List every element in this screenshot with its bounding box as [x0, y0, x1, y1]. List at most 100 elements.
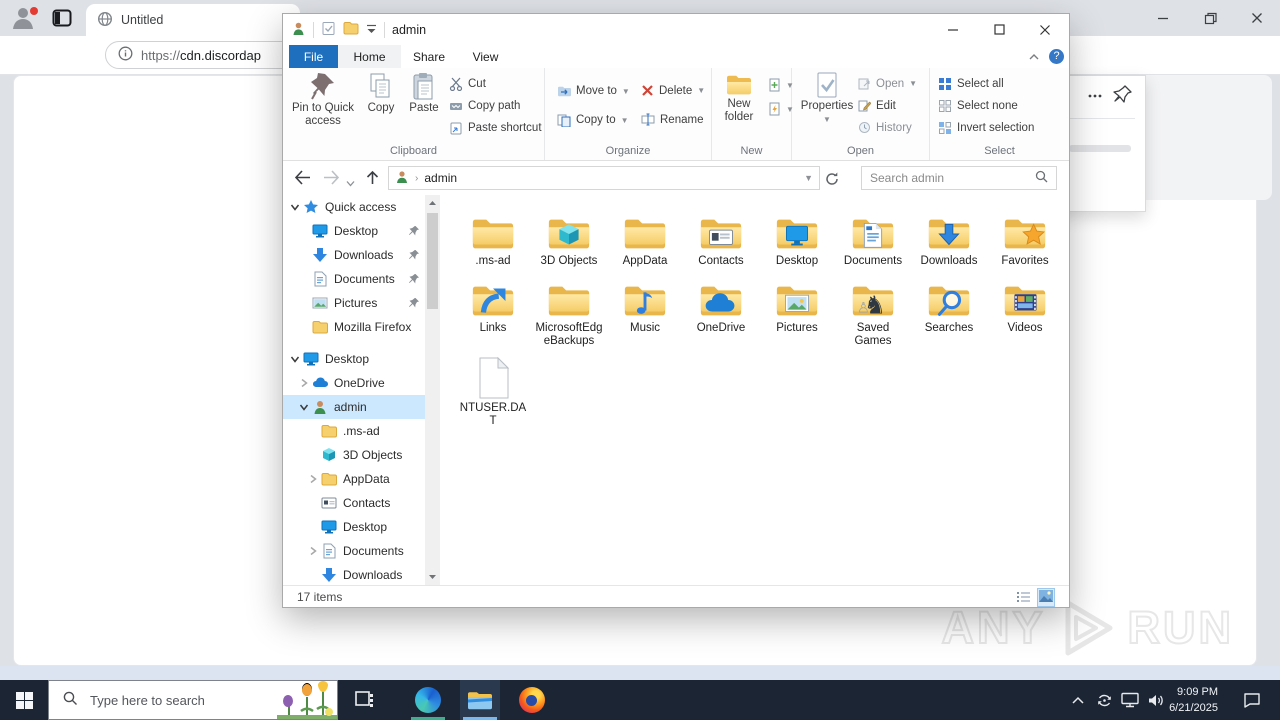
file-tile-ntuser-dat[interactable]: NTUSER.DAT: [455, 352, 531, 428]
taskbar-search[interactable]: Type here to search: [48, 680, 338, 720]
sidebar-item-downloads[interactable]: Downloads: [283, 243, 425, 267]
search-box[interactable]: Search admin: [861, 166, 1057, 190]
copy-path-button[interactable]: Copy path: [449, 99, 520, 113]
file-tile-documents[interactable]: Documents: [835, 205, 911, 268]
explorer-close-button[interactable]: [1022, 14, 1068, 45]
new-folder-button[interactable]: New folder: [714, 72, 764, 124]
qat-dropdown-icon[interactable]: [366, 23, 377, 37]
tray-chevron-icon[interactable]: [1066, 680, 1090, 720]
copy-button[interactable]: Copy: [361, 72, 401, 115]
scrollbar-up-icon[interactable]: [425, 195, 440, 211]
copy-to-button[interactable]: Copy to ▼: [557, 113, 629, 127]
search-icon[interactable]: [1035, 170, 1048, 186]
explorer-maximize-button[interactable]: [976, 14, 1022, 45]
scrollbar-down-icon[interactable]: [425, 569, 440, 585]
file-tile-desktop[interactable]: Desktop: [759, 205, 835, 268]
details-view-icon[interactable]: [1016, 590, 1031, 607]
nav-up-icon[interactable]: [365, 169, 380, 191]
browser-restore-button[interactable]: [1190, 6, 1230, 30]
paste-shortcut-button[interactable]: Paste shortcut: [449, 121, 542, 135]
taskbar-edge-button[interactable]: [408, 680, 448, 720]
properties-button[interactable]: Properties ▼: [798, 72, 856, 126]
sidebar-scrollbar[interactable]: [425, 195, 440, 585]
delete-button[interactable]: Delete ▼: [641, 84, 705, 97]
file-tile-onedrive[interactable]: OneDrive: [683, 272, 759, 348]
nav-forward-icon[interactable]: [322, 169, 341, 191]
sidebar-item-downloads[interactable]: Downloads: [283, 563, 425, 585]
flyout-pin-icon[interactable]: [1113, 84, 1133, 109]
task-view-button[interactable]: [344, 680, 384, 720]
file-tile-videos[interactable]: Videos: [987, 272, 1063, 348]
sidebar-item-mozilla-firefox[interactable]: Mozilla Firefox: [283, 315, 425, 339]
pin-to-quick-access-button[interactable]: Pin to Quick access: [291, 72, 355, 128]
file-tile-contacts[interactable]: Contacts: [683, 205, 759, 268]
file-tile-searches[interactable]: Searches: [911, 272, 987, 348]
move-to-button[interactable]: Move to ▼: [557, 84, 630, 98]
tray-volume-icon[interactable]: [1144, 680, 1168, 720]
cut-button[interactable]: Cut: [449, 77, 486, 91]
qat-newfolder-icon[interactable]: [343, 21, 359, 38]
nav-recent-icon[interactable]: [346, 174, 355, 192]
sidebar-item-desktop[interactable]: Desktop: [283, 515, 425, 539]
sidebar-item-ms-ad[interactable]: .ms-ad: [283, 419, 425, 443]
file-tile-ms-ad[interactable]: .ms-ad: [455, 205, 531, 268]
browser-minimize-button[interactable]: [1143, 6, 1183, 30]
tab-home[interactable]: Home: [338, 45, 401, 68]
chevron-expanded-icon[interactable]: [289, 353, 303, 365]
browser-close-button[interactable]: [1237, 6, 1277, 30]
sidebar-item-admin[interactable]: admin: [283, 395, 425, 419]
history-button[interactable]: History: [858, 121, 912, 134]
chevron-expanded-icon[interactable]: [289, 201, 303, 213]
action-center-icon[interactable]: [1236, 680, 1268, 720]
sidebar-item-desktop[interactable]: Desktop: [283, 347, 425, 371]
file-tile-saved-games[interactable]: ♞ ♙ Saved Games: [835, 272, 911, 348]
taskbar-firefox-button[interactable]: [512, 680, 552, 720]
info-icon[interactable]: [118, 46, 133, 64]
tab-file[interactable]: File: [289, 45, 338, 68]
sidebar-item-pictures[interactable]: Pictures: [283, 291, 425, 315]
tray-network-icon[interactable]: [1118, 680, 1142, 720]
sidebar-item-documents[interactable]: Documents: [283, 267, 425, 291]
explorer-minimize-button[interactable]: [930, 14, 976, 45]
nav-back-icon[interactable]: [293, 169, 312, 191]
taskbar-clock[interactable]: 9:09 PM 6/21/2025: [1166, 684, 1218, 716]
sidebar-item-contacts[interactable]: Contacts: [283, 491, 425, 515]
chevron-collapsed-icon[interactable]: [298, 377, 312, 389]
file-tile-pictures[interactable]: Pictures: [759, 272, 835, 348]
chevron-collapsed-icon[interactable]: [307, 545, 321, 557]
sidebar-item-onedrive[interactable]: OneDrive: [283, 371, 425, 395]
tab-view[interactable]: View: [457, 45, 514, 68]
file-tile-links[interactable]: Links: [455, 272, 531, 348]
sidebar-item-desktop[interactable]: Desktop: [283, 219, 425, 243]
sidebar-item-appdata[interactable]: AppData: [283, 467, 425, 491]
qat-properties-icon[interactable]: [321, 21, 336, 39]
rename-button[interactable]: Rename: [641, 113, 703, 126]
easy-access-button[interactable]: ▼: [768, 102, 794, 116]
sidebar-item-quick-access[interactable]: Quick access: [283, 195, 425, 219]
file-tile-3d-objects[interactable]: 3D Objects: [531, 205, 607, 268]
open-button[interactable]: Open ▼: [858, 77, 917, 90]
paste-button[interactable]: Paste: [403, 72, 445, 115]
search-highlight-flowers[interactable]: [277, 681, 337, 719]
select-all-button[interactable]: Select all: [938, 77, 1004, 91]
browser-tab[interactable]: Untitled: [86, 4, 300, 36]
large-icons-view-icon[interactable]: [1037, 588, 1055, 607]
file-tile-appdata[interactable]: AppData: [607, 205, 683, 268]
file-tile-music[interactable]: Music: [607, 272, 683, 348]
sidebar-item-documents[interactable]: Documents: [283, 539, 425, 563]
select-none-button[interactable]: Select none: [938, 99, 1018, 113]
file-tile-favorites[interactable]: Favorites: [987, 205, 1063, 268]
help-icon[interactable]: ?: [1049, 49, 1064, 64]
scrollbar-thumb[interactable]: [427, 213, 438, 309]
refresh-address-icon[interactable]: [824, 171, 840, 192]
address-breadcrumb-bar[interactable]: › admin ▼: [388, 166, 820, 190]
sidebar-item-3d-objects[interactable]: 3D Objects: [283, 443, 425, 467]
browser-profile-avatar[interactable]: [10, 5, 40, 31]
chevron-collapsed-icon[interactable]: [307, 473, 321, 485]
tray-update-icon[interactable]: [1092, 680, 1116, 720]
new-item-button[interactable]: ▼: [768, 78, 794, 92]
tab-share[interactable]: Share: [401, 45, 457, 68]
chevron-expanded-icon[interactable]: [298, 401, 312, 413]
invert-selection-button[interactable]: Invert selection: [938, 121, 1034, 135]
start-button[interactable]: [4, 680, 44, 720]
